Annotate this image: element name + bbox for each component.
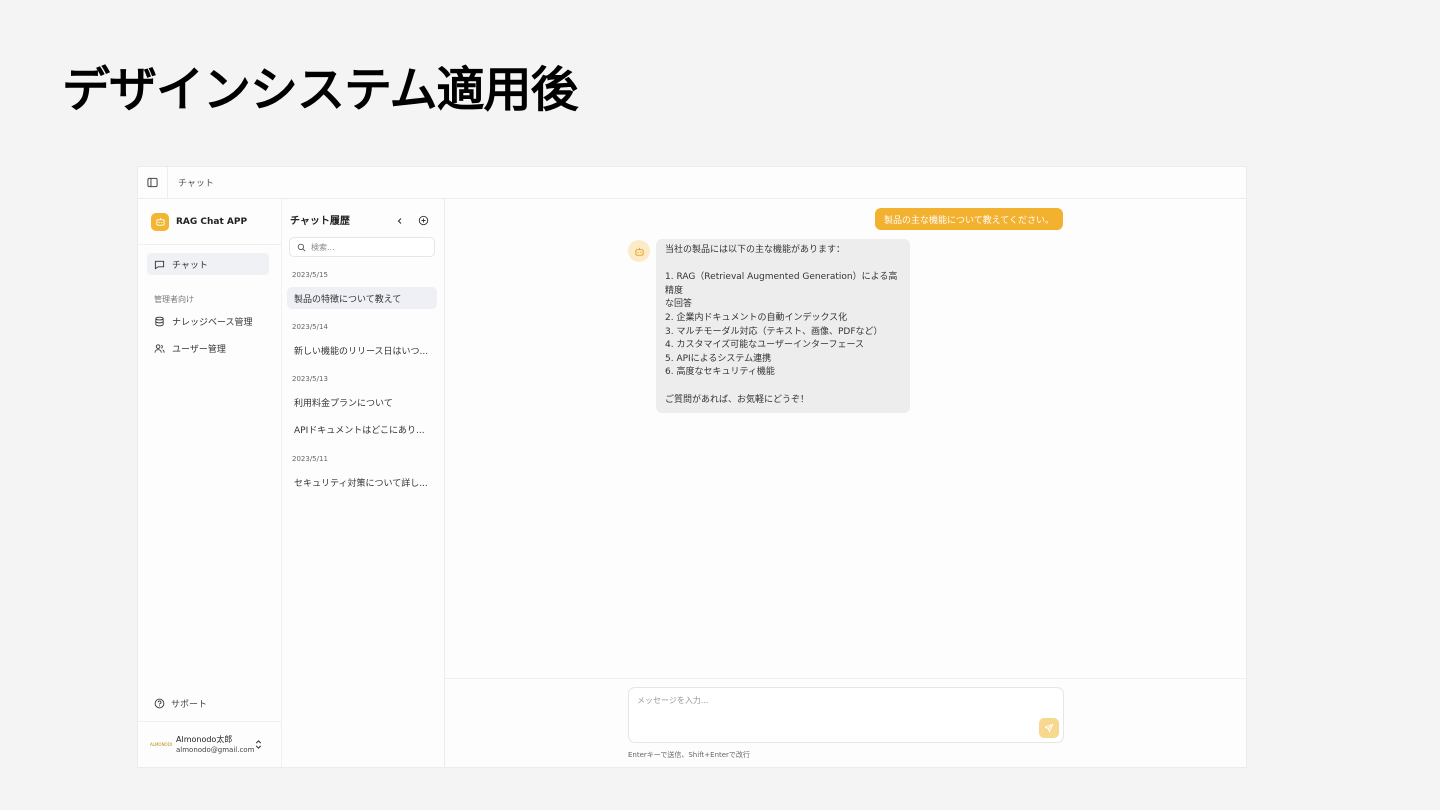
sidebar: RAG Chat APP チャット 管理者向け ナレッジベース管理 ユーザー管理… — [138, 199, 282, 767]
user-name: Almonodo太郎 — [176, 734, 233, 744]
bot-message-line — [665, 380, 901, 394]
bot-message: 当社の製品には以下の主な機能があります： 1. RAG（Retrieval Au… — [656, 239, 910, 414]
composer-area: Enterキーで送信、Shift+Enterで改行 — [445, 678, 1246, 767]
bot-message-line: 当社の製品には以下の主な機能があります： — [665, 245, 846, 255]
bot-message-line: 1. RAG（Retrieval Augmented Generation）によ… — [665, 272, 898, 296]
chat-history-panel: チャット履歴 2023/5/15 製品の特徴について教えて 2023/5/14 … — [282, 199, 445, 767]
chevrons-up-down-icon — [255, 740, 262, 749]
help-circle-icon — [154, 698, 165, 709]
support-label: サポート — [171, 700, 208, 710]
history-search[interactable] — [289, 237, 435, 257]
send-button[interactable] — [1039, 718, 1059, 738]
bot-message-line: な回答 — [665, 299, 693, 310]
history-date: 2023/5/11 — [292, 455, 328, 463]
send-icon — [1044, 723, 1054, 733]
user-message: 製品の主な機能について教えてください。 — [875, 208, 1064, 230]
history-item[interactable]: 利用料金プランについて — [287, 391, 437, 413]
bot-icon — [634, 247, 644, 256]
bot-message-line: ご質問があれば、お気軽にどうぞ！ — [665, 394, 810, 405]
history-item[interactable]: APIドキュメントはどこにあり... — [287, 418, 437, 440]
breadcrumb: チャット — [178, 179, 214, 189]
search-icon — [297, 243, 306, 251]
database-icon — [155, 316, 164, 326]
user-menu[interactable]: ALMONODO Almonodo太郎 almonodo@gmail.com — [138, 721, 281, 767]
user-info: Almonodo太郎 almonodo@gmail.com — [176, 735, 254, 755]
bot-message-line: 3. マルチモーダル対応（テキスト、画像、PDFなど） — [665, 326, 883, 337]
avatar: ALMONODO — [150, 742, 172, 747]
sidebar-item-label: ナレッジベース管理 — [172, 317, 253, 328]
collapse-history-button[interactable] — [395, 211, 405, 230]
history-item[interactable]: 製品の特徴について教えて — [287, 287, 437, 309]
history-title: チャット履歴 — [290, 216, 350, 227]
bot-message-line: 4. カスタマイズ可能なユーザーインターフェース — [665, 340, 865, 351]
bot-message-line: 2. 企業内ドキュメントの自動インデックス化 — [665, 312, 848, 323]
sidebar-toggle-button[interactable] — [138, 167, 168, 199]
search-input[interactable] — [311, 242, 421, 252]
message-composer — [628, 687, 1064, 743]
bot-message-line: 5. APIによるシステム連携 — [665, 353, 772, 364]
bot-message-line: 6. 高度なセキュリティ機能 — [665, 367, 775, 378]
admin-section-label: 管理者向け — [154, 295, 194, 304]
panel-left-icon — [147, 177, 158, 188]
message-input[interactable] — [637, 695, 1017, 715]
slide-title: デザインシステム適用後 — [62, 62, 579, 118]
users-icon — [154, 343, 165, 353]
brand: RAG Chat APP — [138, 199, 281, 245]
sidebar-item-label: ユーザー管理 — [172, 344, 226, 355]
plus-circle-icon — [418, 215, 429, 226]
app-window: チャット RAG Chat APP チャット 管理者向け ナレッジベース管理 ユ… — [137, 166, 1247, 768]
topbar: チャット — [138, 167, 1246, 199]
app-name: RAG Chat APP — [176, 216, 248, 227]
chevron-left-icon — [397, 218, 402, 224]
message-square-icon — [154, 260, 165, 269]
sidebar-item-label: チャット — [172, 260, 208, 271]
bot-icon — [151, 212, 169, 231]
history-date: 2023/5/14 — [292, 323, 328, 331]
history-date: 2023/5/13 — [292, 375, 328, 383]
bot-avatar — [628, 240, 650, 262]
sidebar-item-users[interactable]: ユーザー管理 — [147, 337, 269, 359]
user-email: almonodo@gmail.com — [176, 745, 255, 754]
new-chat-button[interactable] — [418, 211, 429, 230]
history-item[interactable]: 新しい機能のリリース日はいつ... — [287, 339, 437, 361]
input-hint: Enterキーで送信、Shift+Enterで改行 — [628, 751, 750, 759]
support-link[interactable]: サポート — [154, 697, 207, 710]
history-date: 2023/5/15 — [292, 271, 328, 279]
sidebar-item-knowledge-base[interactable]: ナレッジベース管理 — [147, 310, 269, 332]
chat-main: 製品の主な機能について教えてください。 当社の製品には以下の主な機能があります：… — [445, 199, 1246, 767]
sidebar-item-chat[interactable]: チャット — [147, 253, 269, 275]
history-item[interactable]: セキュリティ対策について詳し... — [287, 471, 437, 493]
bot-message-line — [665, 258, 901, 272]
